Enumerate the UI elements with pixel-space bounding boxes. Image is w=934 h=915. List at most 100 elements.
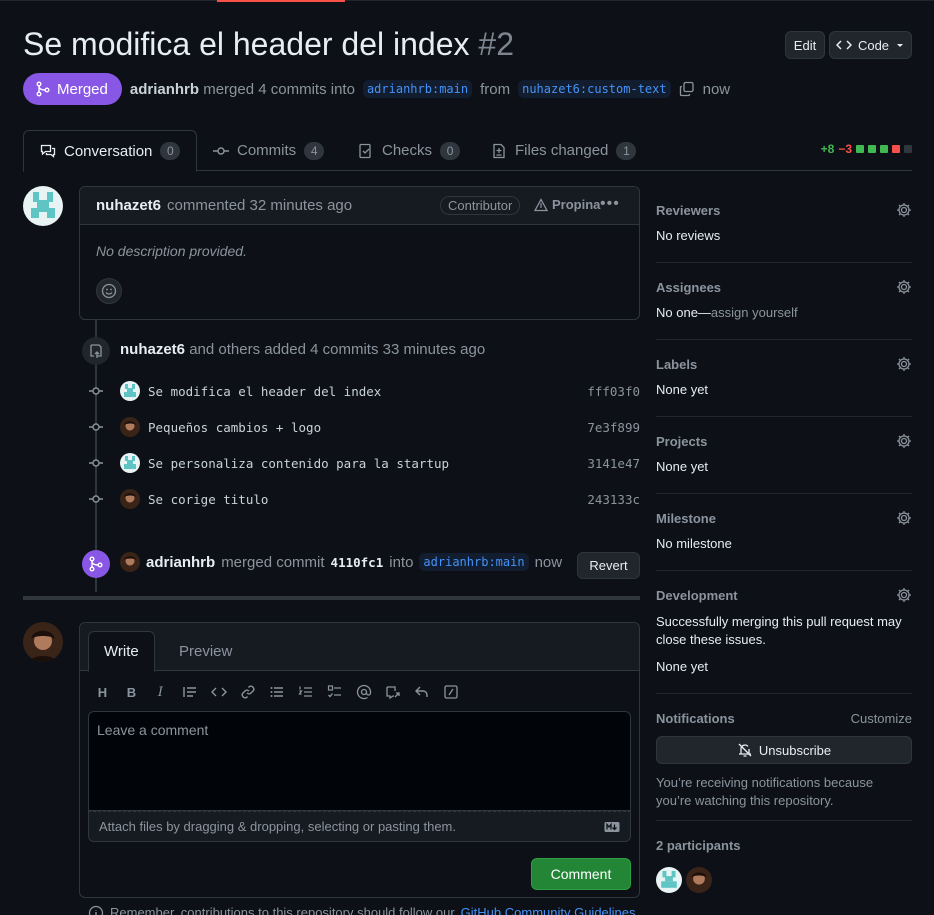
merged-badge-label: Merged [57,80,108,98]
code-icon[interactable] [204,681,233,703]
customize-link[interactable]: Customize [851,711,912,726]
base-branch[interactable]: adrianhrb:main [362,80,473,98]
gear-icon[interactable] [896,433,912,449]
revert-button[interactable]: Revert [577,552,640,579]
sidebar-divider [656,570,912,571]
development-value: None yet [656,659,709,674]
pr-state-row: Merged adrianhrb merged 4 commits into a… [23,73,730,105]
merge-event-text: merged commit [221,553,325,571]
unordered-list-icon[interactable] [262,681,291,703]
projects-title[interactable]: Projects [656,434,912,449]
markdown-icon [604,822,620,832]
commit-sha[interactable]: fff03f0 [587,384,640,399]
assign-yourself-link[interactable]: assign yourself [711,305,798,320]
gear-icon[interactable] [896,202,912,218]
reply-icon[interactable] [407,681,436,703]
development-title[interactable]: Development [656,588,912,603]
avatar[interactable] [120,489,140,509]
reviewers-title[interactable]: Reviewers [656,203,912,218]
cross-reference-icon[interactable] [378,681,407,703]
add-reaction-button[interactable] [96,278,122,304]
quote-icon[interactable] [175,681,204,703]
tab-commits[interactable]: Commits 4 [213,130,325,171]
diffstat-block [856,145,864,153]
comment-meta[interactable]: commented 32 minutes ago [167,197,352,214]
gear-icon[interactable] [896,356,912,372]
avatar[interactable] [686,867,712,893]
italic-icon[interactable]: I [146,681,175,703]
commit-message[interactable]: Se modifica el header del index [148,384,381,399]
pr-number: #2 [478,26,514,62]
gear-icon[interactable] [896,510,912,526]
commit-message[interactable]: Se corige titulo [148,492,268,507]
comment-author[interactable]: nuhazet6 [96,197,161,214]
unsubscribe-button[interactable]: Unsubscribe [656,736,912,764]
avatar[interactable] [23,186,63,226]
head-branch[interactable]: nuhazet6:custom-text [518,80,671,98]
header-accent-bar [217,0,345,2]
kebab-menu-icon[interactable]: ••• [600,195,620,213]
commit-message[interactable]: Se personaliza contenido para la startup [148,456,449,471]
copy-icon[interactable] [679,81,695,97]
sidebar-reviewers: Reviewers No reviews [656,203,912,243]
avatar[interactable] [120,417,140,437]
guidelines-link[interactable]: GitHub Community Guidelines [461,905,636,915]
merge-commit-sha[interactable]: 4110fc1 [331,555,384,570]
code-button[interactable]: Code [829,31,912,59]
slash-command-icon[interactable] [436,681,465,703]
avatar[interactable] [120,381,140,401]
sponsor-link[interactable]: Propina [534,197,600,212]
milestone-value: No milestone [656,536,732,551]
comment-textarea[interactable]: Leave a comment [88,711,631,811]
commits-author[interactable]: nuhazet6 [120,341,185,358]
identicon-avatar [31,192,55,218]
avatar[interactable] [656,867,682,893]
tab-commits-label: Commits [237,142,297,159]
task-list-icon[interactable] [320,681,349,703]
sidebar-divider [656,416,912,417]
assignees-title[interactable]: Assignees [656,280,912,295]
avatar[interactable] [120,453,140,473]
sidebar-milestone: Milestone No milestone [656,511,912,551]
tab-conversation[interactable]: Conversation 0 [23,130,198,172]
tab-checks-label: Checks [382,142,433,159]
tab-files-changed[interactable]: Files changed 1 [491,130,637,171]
top-border [0,0,934,1]
code-icon [835,40,852,50]
caret-down-icon [897,44,904,47]
bold-icon[interactable]: B [117,681,146,703]
merge-base-branch[interactable]: adrianhrb:main [419,553,529,571]
participants-list [656,867,912,893]
tab-checks[interactable]: Checks 0 [358,130,461,171]
avatar[interactable] [120,552,140,572]
mention-icon[interactable] [349,681,378,703]
merger-link[interactable]: adrianhrb [130,81,199,98]
avatar[interactable] [23,622,63,662]
edit-label: Edit [793,37,817,53]
merge-author[interactable]: adrianhrb [146,554,215,571]
ordered-list-icon[interactable] [291,681,320,703]
link-icon[interactable] [233,681,262,703]
comment-submit-button[interactable]: Comment [531,858,631,890]
commit-message[interactable]: Pequeños cambios + logo [148,420,321,435]
commit-sha[interactable]: 3141e47 [587,456,640,471]
development-description: Successfully merging this pull request m… [656,614,902,647]
tab-checks-count: 0 [440,141,461,160]
reviewers-value: No reviews [656,228,721,243]
attach-files-bar[interactable]: Attach files by dragging & dropping, sel… [88,811,631,842]
sidebar-notifications: Notifications Customize Unsubscribe You’… [656,711,912,810]
sidebar-projects: Projects None yet [656,434,912,474]
edit-button[interactable]: Edit [785,31,825,59]
milestone-title[interactable]: Milestone [656,511,912,526]
gear-icon[interactable] [896,279,912,295]
commit-sha[interactable]: 243133c [587,492,640,507]
tab-preview[interactable]: Preview [164,631,247,672]
tab-write[interactable]: Write [88,631,155,672]
diffstat-deletions: −3 [838,142,852,156]
checklist-icon [359,143,371,158]
commit-row: Se corige titulo 243133c [88,487,640,511]
labels-title[interactable]: Labels [656,357,912,372]
heading-icon[interactable]: H [88,681,117,703]
gear-icon[interactable] [896,587,912,603]
commit-sha[interactable]: 7e3f899 [587,420,640,435]
